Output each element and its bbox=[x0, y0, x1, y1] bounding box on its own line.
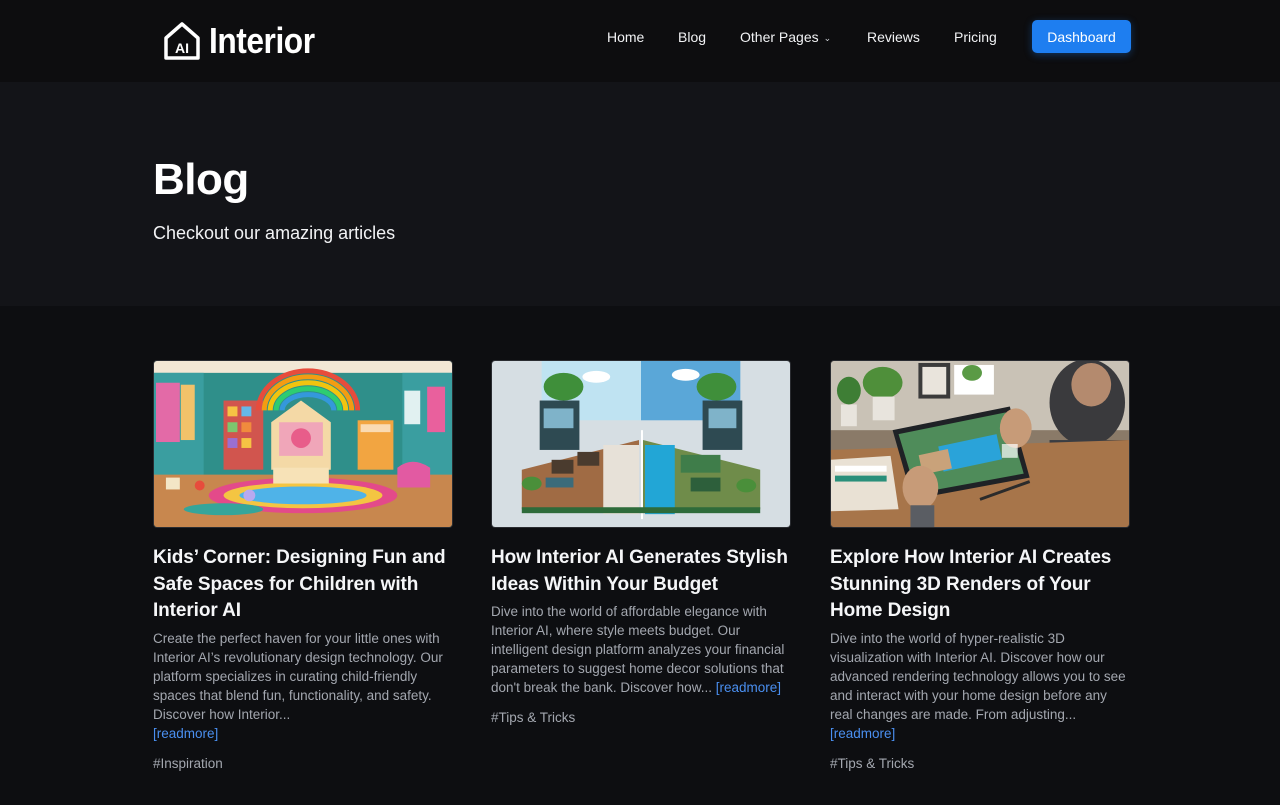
post-title[interactable]: How Interior AI Generates Stylish Ideas … bbox=[491, 545, 791, 598]
post-title[interactable]: Kids’ Corner: Designing Fun and Safe Spa… bbox=[153, 545, 453, 625]
post-thumbnail-3d-render[interactable] bbox=[830, 360, 1130, 528]
post-excerpt: Dive into the world of affordable elegan… bbox=[491, 602, 791, 697]
post-tag[interactable]: #Inspiration bbox=[153, 755, 453, 773]
chevron-down-icon: ⌄ bbox=[823, 33, 832, 43]
nav-reviews[interactable]: Reviews bbox=[867, 28, 920, 46]
post-tag[interactable]: #Tips & Tricks bbox=[491, 709, 791, 727]
blog-card: How Interior AI Generates Stylish Ideas … bbox=[491, 360, 791, 727]
readmore-link[interactable]: [readmore] bbox=[830, 724, 895, 743]
main-nav: Home Blog Other Pages ⌄ Reviews Pricing D… bbox=[0, 0, 1280, 82]
page-title: Blog bbox=[153, 155, 249, 204]
page-subtitle: Checkout our amazing articles bbox=[153, 223, 396, 243]
nav-blog[interactable]: Blog bbox=[678, 28, 706, 46]
blog-post-grid: Kids’ Corner: Designing Fun and Safe Spa… bbox=[0, 306, 1280, 805]
post-excerpt-text: Dive into the world of hyper-realistic 3… bbox=[830, 630, 1126, 722]
blog-card: Kids’ Corner: Designing Fun and Safe Spa… bbox=[153, 360, 453, 773]
page-hero: Blog Checkout our amazing articles bbox=[0, 82, 1280, 306]
nav-pricing[interactable]: Pricing bbox=[954, 28, 997, 46]
post-tag[interactable]: #Tips & Tricks bbox=[830, 755, 1130, 773]
nav-other-pages-label: Other Pages bbox=[740, 29, 819, 45]
nav-other-pages[interactable]: Other Pages ⌄ bbox=[740, 28, 831, 47]
top-navbar: AI Interior Home Blog Other Pages ⌄ Revie… bbox=[0, 0, 1280, 82]
nav-home[interactable]: Home bbox=[607, 28, 644, 46]
post-excerpt-text: Create the perfect haven for your little… bbox=[153, 630, 443, 722]
post-excerpt: Dive into the world of hyper-realistic 3… bbox=[830, 629, 1130, 743]
blog-card: Explore How Interior AI Creates Stunning… bbox=[830, 360, 1130, 773]
post-excerpt: Create the perfect haven for your little… bbox=[153, 629, 453, 743]
post-thumbnail-budget-design[interactable] bbox=[491, 360, 791, 528]
readmore-link[interactable]: [readmore] bbox=[153, 724, 218, 743]
dashboard-button[interactable]: Dashboard bbox=[1032, 20, 1131, 53]
post-thumbnail-kids-room[interactable] bbox=[153, 360, 453, 528]
readmore-link[interactable]: [readmore] bbox=[716, 678, 781, 697]
post-title[interactable]: Explore How Interior AI Creates Stunning… bbox=[830, 545, 1130, 625]
